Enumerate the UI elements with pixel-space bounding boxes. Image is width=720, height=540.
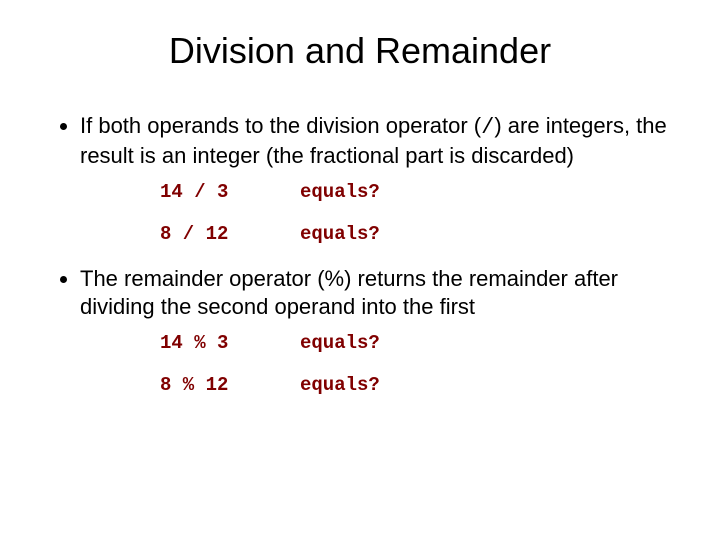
slide-title: Division and Remainder [40, 30, 680, 72]
slide: Division and Remainder If both operands … [0, 0, 720, 540]
example-expression: 14 % 3 [160, 332, 300, 354]
example-row: 14 % 3 equals? [160, 332, 680, 354]
bullet-division-text-a: If both operands to the division operato… [80, 113, 481, 138]
slash-operator: / [481, 115, 494, 140]
division-examples: 14 / 3 equals? 8 / 12 equals? [160, 181, 680, 245]
example-equals: equals? [300, 374, 380, 396]
example-row: 8 / 12 equals? [160, 223, 680, 245]
example-equals: equals? [300, 223, 380, 245]
example-equals: equals? [300, 181, 380, 203]
example-expression: 8 / 12 [160, 223, 300, 245]
example-expression: 8 % 12 [160, 374, 300, 396]
bullet-list: If both operands to the division operato… [40, 112, 680, 169]
example-expression: 14 / 3 [160, 181, 300, 203]
bullet-list: The remainder operator (%) returns the r… [40, 265, 680, 320]
example-row: 8 % 12 equals? [160, 374, 680, 396]
example-row: 14 / 3 equals? [160, 181, 680, 203]
bullet-division: If both operands to the division operato… [80, 112, 680, 169]
remainder-examples: 14 % 3 equals? 8 % 12 equals? [160, 332, 680, 396]
bullet-remainder: The remainder operator (%) returns the r… [80, 265, 680, 320]
example-equals: equals? [300, 332, 380, 354]
